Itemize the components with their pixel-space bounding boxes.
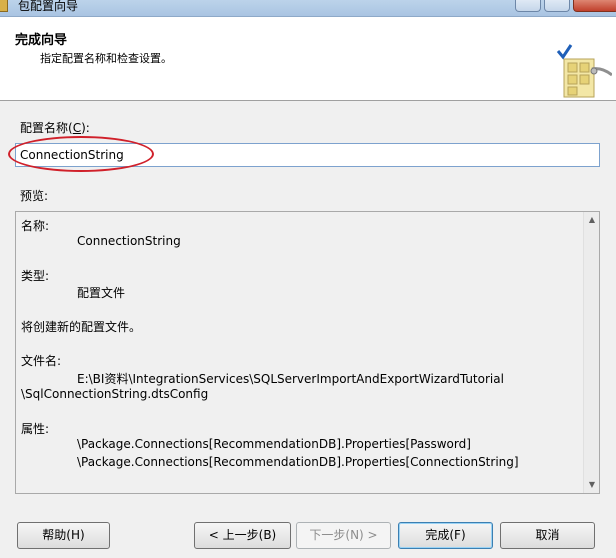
preview-note: 将创建新的配置文件。 [21,320,142,334]
close-button[interactable] [573,0,616,12]
preview-property-item: \Package.Connections[RecommendationDB].P… [77,455,519,469]
preview-label: 预览: [20,189,49,203]
scroll-down-icon[interactable]: ▼ [584,477,599,493]
cancel-button[interactable]: 取消 [500,522,595,549]
title-bar: 包配置向导 [0,0,616,17]
page-title: 完成向导 [15,33,68,48]
preview-filename-line2: \SqlConnectionString.dtsConfig [21,387,209,401]
minimize-button[interactable] [515,0,541,12]
finish-button[interactable]: 完成(F) [398,522,493,549]
preview-property-item: \Package.Connections[RecommendationDB].P… [77,437,471,451]
config-name-label: 配置名称(C): [20,121,90,135]
window-title: 包配置向导 [18,0,79,13]
back-button[interactable]: < 上一步(B) [194,522,291,549]
checkmark-icon [556,44,573,60]
preview-type-label: 类型: [21,269,50,283]
page-subtitle: 指定配置名称和检查设置。 [40,52,172,65]
preview-name-value: ConnectionString [77,234,181,248]
preview-name-label: 名称: [21,219,50,233]
preview-filename-label: 文件名: [21,354,62,368]
maximize-button[interactable] [544,0,570,12]
next-button[interactable]: 下一步(N) > [296,522,391,549]
scroll-up-icon[interactable]: ▲ [584,212,599,228]
wizard-package-icon [556,44,612,98]
preview-scrollbar[interactable]: ▲ ▼ [583,212,599,493]
preview-filename-line1: E:\BI资料\IntegrationServices\SQLServerImp… [77,372,504,386]
app-icon [0,0,8,12]
help-button[interactable]: 帮助(H) [17,522,110,549]
preview-panel[interactable]: 名称: ConnectionString 类型: 配置文件 将创建新的配置文件。… [15,211,600,494]
wizard-header: 完成向导 指定配置名称和检查设置。 [0,17,616,101]
preview-properties-label: 属性: [21,422,50,436]
config-name-input[interactable] [15,143,600,167]
preview-type-value: 配置文件 [77,286,126,300]
